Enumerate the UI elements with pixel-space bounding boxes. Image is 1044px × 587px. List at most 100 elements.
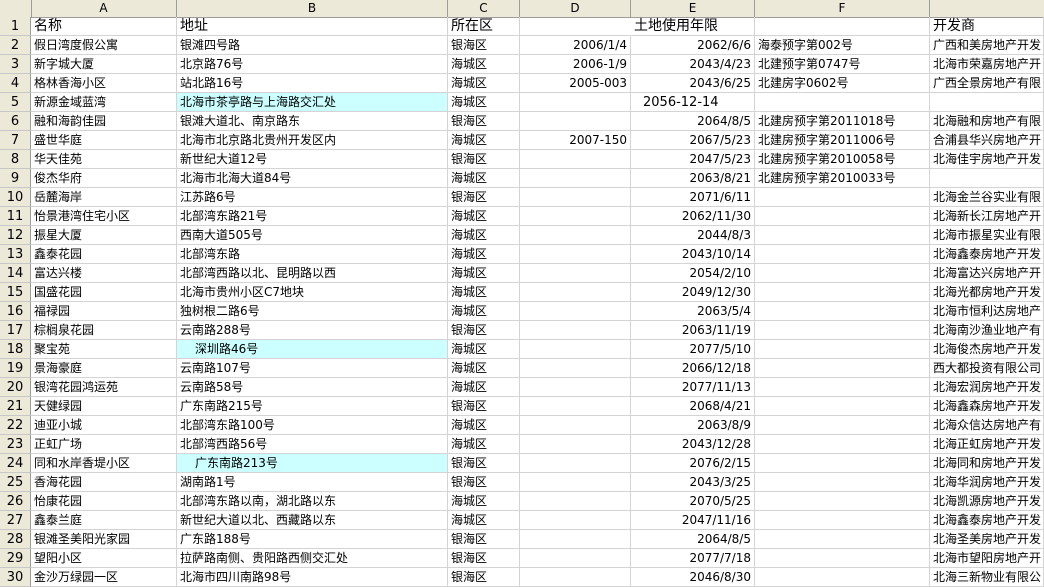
row-header[interactable]: 28 [0, 530, 31, 549]
cell-c[interactable]: 海城区 [448, 511, 520, 530]
cell-c[interactable]: 海城区 [448, 55, 520, 74]
cell-f[interactable] [755, 549, 930, 568]
cell-g[interactable]: 北海众信达房地产有 [930, 416, 1044, 435]
cell-g[interactable]: 北海市恒利达房地产 [930, 302, 1044, 321]
cell-f[interactable] [755, 207, 930, 226]
cell-d[interactable]: 2005-003 [520, 74, 631, 93]
cell-d[interactable] [520, 416, 631, 435]
cell-c[interactable]: 银海区 [448, 112, 520, 131]
cell-c[interactable]: 银海区 [448, 454, 520, 473]
cell-d[interactable] [520, 340, 631, 359]
cell-c[interactable]: 海城区 [448, 264, 520, 283]
row-header[interactable]: 13 [0, 245, 31, 264]
cell-a[interactable]: 格林香海小区 [31, 74, 177, 93]
cell-c[interactable]: 海城区 [448, 378, 520, 397]
cell-b[interactable]: 拉萨路南侧、贵阳路西侧交汇处 [177, 549, 448, 568]
cell-d[interactable] [520, 359, 631, 378]
cell-a[interactable]: 望阳小区 [31, 549, 177, 568]
cell-e[interactable]: 2062/6/6 [631, 36, 755, 55]
cell-d[interactable] [520, 112, 631, 131]
cell-b[interactable]: 北部湾东路21号 [177, 207, 448, 226]
row-header[interactable]: 21 [0, 397, 31, 416]
cell-g[interactable]: 北海三新物业有限公 [930, 568, 1044, 587]
row-header[interactable]: 20 [0, 378, 31, 397]
cell-d[interactable] [520, 226, 631, 245]
cell-e[interactable]: 2064/8/5 [631, 530, 755, 549]
cell-b[interactable]: 湖南路1号 [177, 473, 448, 492]
cell-e[interactable]: 2044/8/3 [631, 226, 755, 245]
cell-f[interactable]: 北建房预字第2011018号 [755, 112, 930, 131]
cell-e[interactable]: 2063/11/19 [631, 321, 755, 340]
column-header-c[interactable]: C [448, 0, 520, 17]
cell-b[interactable]: 广东南路213号 [177, 454, 448, 473]
cell-g[interactable]: 北海同和房地产开发 [930, 454, 1044, 473]
cell-g[interactable]: 北海俊杰房地产开发 [930, 340, 1044, 359]
cell-b[interactable]: 地址 [177, 17, 448, 36]
row-header[interactable]: 6 [0, 112, 31, 131]
cell-a[interactable]: 怡康花园 [31, 492, 177, 511]
cell-b[interactable]: 北部湾东路100号 [177, 416, 448, 435]
cell-d[interactable] [520, 150, 631, 169]
cell-g[interactable]: 广西全景房地产有限 [930, 74, 1044, 93]
cell-g[interactable]: 北海融和房地产有限 [930, 112, 1044, 131]
cell-grid[interactable]: 名称 地址 所在区 土地使用年限 开发商 假日湾度假公寓 银滩四号路 银海区 2006/1/4 2… [31, 17, 1044, 587]
cell-f[interactable] [755, 435, 930, 454]
cell-d[interactable] [520, 530, 631, 549]
cell-g[interactable] [930, 93, 1044, 112]
cell-a[interactable]: 俊杰华府 [31, 169, 177, 188]
cell-e[interactable]: 2063/8/9 [631, 416, 755, 435]
cell-g[interactable]: 北海宏润房地产开发 [930, 378, 1044, 397]
cell-c[interactable]: 银海区 [448, 36, 520, 55]
cell-d[interactable] [520, 473, 631, 492]
cell-c[interactable]: 海城区 [448, 93, 520, 112]
row-header[interactable]: 25 [0, 473, 31, 492]
row-header[interactable]: 15 [0, 283, 31, 302]
cell-f[interactable] [755, 245, 930, 264]
cell-c[interactable]: 海城区 [448, 226, 520, 245]
row-header[interactable]: 9 [0, 169, 31, 188]
cell-f[interactable] [755, 264, 930, 283]
cell-d[interactable] [520, 511, 631, 530]
row-header[interactable]: 3 [0, 55, 31, 74]
cell-e[interactable]: 2077/11/13 [631, 378, 755, 397]
cell-e[interactable]: 2049/12/30 [631, 283, 755, 302]
cell-e[interactable]: 2077/7/18 [631, 549, 755, 568]
cell-f[interactable] [755, 397, 930, 416]
cell-a[interactable]: 聚宝苑 [31, 340, 177, 359]
row-header[interactable]: 26 [0, 492, 31, 511]
cell-e[interactable]: 2077/5/10 [631, 340, 755, 359]
cell-c[interactable]: 银海区 [448, 549, 520, 568]
cell-a[interactable]: 银湾花园鸿运苑 [31, 378, 177, 397]
row-header[interactable]: 14 [0, 264, 31, 283]
cell-g[interactable]: 北海市振星实业有限 [930, 226, 1044, 245]
cell-a[interactable]: 正虹广场 [31, 435, 177, 454]
cell-a[interactable]: 新字城大厦 [31, 55, 177, 74]
cell-d[interactable] [520, 549, 631, 568]
cell-c[interactable]: 海城区 [448, 359, 520, 378]
cell-d[interactable] [520, 397, 631, 416]
cell-a[interactable]: 振星大厦 [31, 226, 177, 245]
cell-g[interactable]: 北海富达兴房地产开 [930, 264, 1044, 283]
cell-d[interactable] [520, 568, 631, 587]
cell-e[interactable]: 2043/4/23 [631, 55, 755, 74]
cell-f[interactable] [755, 340, 930, 359]
cell-a[interactable]: 岳麓海岸 [31, 188, 177, 207]
row-header[interactable]: 30 [0, 568, 31, 587]
cell-g[interactable]: 北海鑫森房地产开发 [930, 397, 1044, 416]
row-header[interactable]: 4 [0, 74, 31, 93]
cell-g[interactable]: 北海佳宇房地产开发 [930, 150, 1044, 169]
cell-a[interactable]: 香海花园 [31, 473, 177, 492]
cell-a[interactable]: 假日湾度假公寓 [31, 36, 177, 55]
cell-c[interactable]: 所在区 [448, 17, 520, 36]
cell-f[interactable]: 北建预字第0747号 [755, 55, 930, 74]
row-header[interactable]: 27 [0, 511, 31, 530]
cell-d[interactable] [520, 264, 631, 283]
cell-f[interactable] [755, 93, 930, 112]
cell-a[interactable]: 鑫泰花园 [31, 245, 177, 264]
cell-e[interactable]: 土地使用年限 [631, 17, 755, 36]
cell-d[interactable] [520, 93, 631, 112]
cell-c[interactable]: 银海区 [448, 321, 520, 340]
spreadsheet[interactable]: A B C D E F 1 2 3 4 5 6 7 8 9 10 11 12 13 14 15 16 17 18 1… [0, 0, 1044, 587]
cell-c[interactable]: 银海区 [448, 473, 520, 492]
cell-c[interactable]: 海城区 [448, 416, 520, 435]
